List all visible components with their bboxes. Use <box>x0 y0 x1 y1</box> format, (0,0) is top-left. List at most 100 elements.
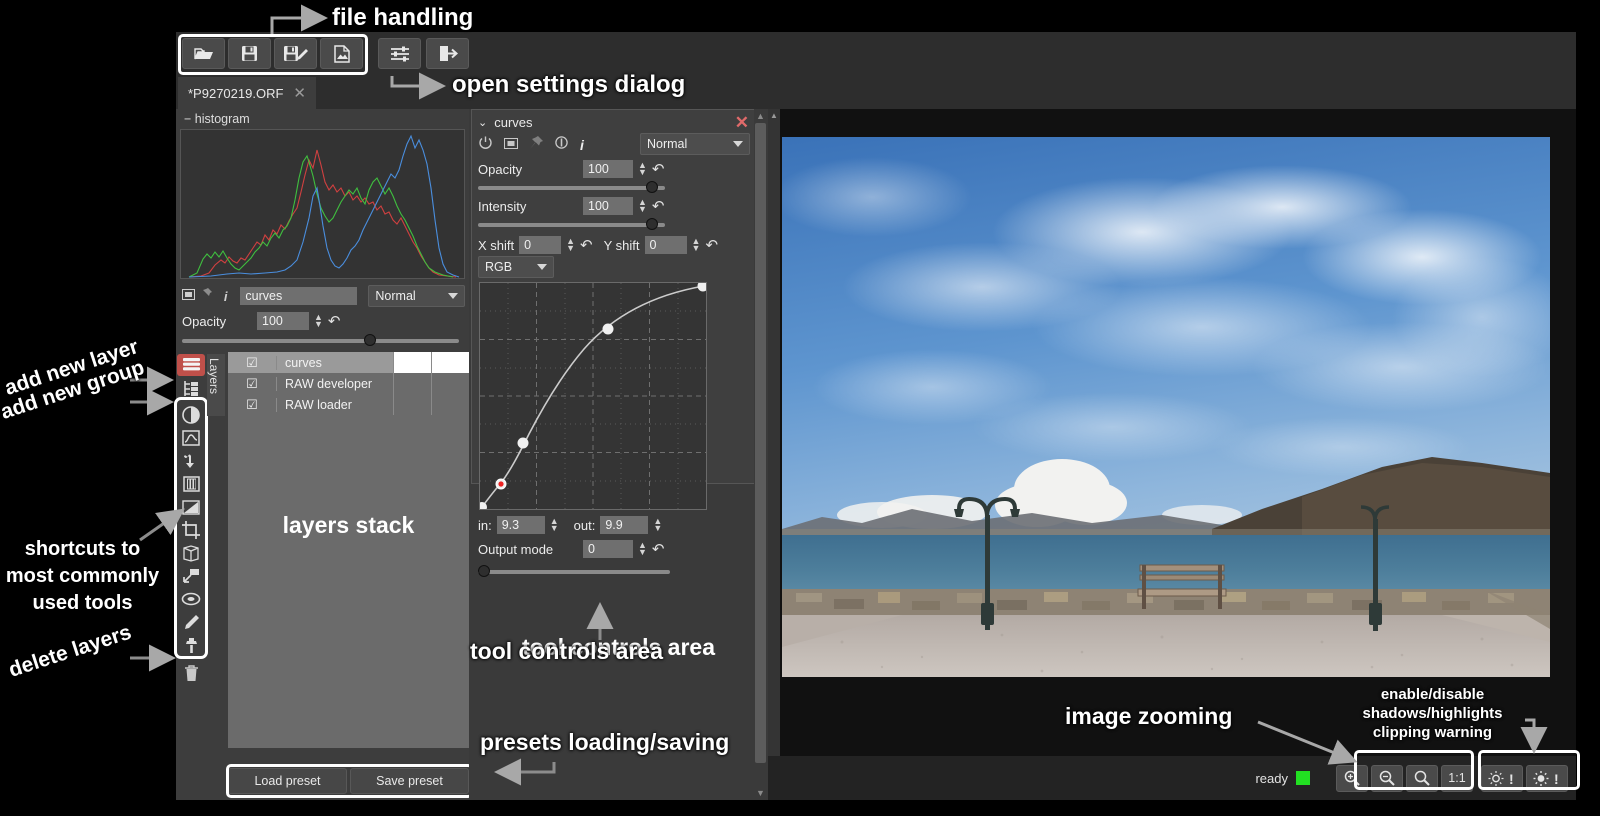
scale-tool[interactable] <box>177 565 205 587</box>
layer-name-input[interactable] <box>240 287 358 305</box>
tool-panel-scrollbar[interactable]: ▲ ▼ <box>754 109 767 800</box>
intensity-stepper[interactable]: ▲ ▼ <box>638 198 647 214</box>
crop-tool[interactable] <box>177 519 205 541</box>
y-shift-reset-button[interactable]: ↶ <box>705 236 718 254</box>
chevron-down-icon[interactable]: ⌄ <box>478 116 487 129</box>
y-shift-input[interactable] <box>644 236 687 254</box>
output-mode-reset-button[interactable]: ↶ <box>652 540 665 558</box>
layer-swatch-1[interactable] <box>393 352 431 373</box>
in-stepper[interactable]: ▲ ▼ <box>550 517 559 533</box>
in-input[interactable] <box>496 516 545 534</box>
intensity-slider[interactable] <box>478 218 665 230</box>
curves-opacity-stepper[interactable]: ▲ ▼ <box>638 161 647 177</box>
export-image-button[interactable] <box>320 38 363 69</box>
layer-swatch-1[interactable] <box>393 373 431 394</box>
exit-button[interactable] <box>426 38 469 69</box>
scroll-down-icon[interactable]: ▼ <box>756 788 765 798</box>
pencil-tool[interactable] <box>177 611 205 633</box>
image-vertical-scrollbar[interactable]: ▲ <box>768 109 780 800</box>
save-as-button[interactable] <box>274 38 317 69</box>
opacity-slider-knob[interactable] <box>364 334 376 346</box>
power-icon[interactable] <box>479 136 492 154</box>
load-preset-button[interactable]: Load preset <box>228 768 347 794</box>
out-input[interactable] <box>600 516 649 534</box>
out-stepper[interactable]: ▲ ▼ <box>653 517 662 533</box>
output-mode-slider-track <box>478 570 670 574</box>
pin-icon[interactable] <box>530 136 543 154</box>
ellipse-select-tool[interactable] <box>177 588 205 610</box>
info-icon[interactable]: i <box>219 289 232 304</box>
color-pick-tool[interactable] <box>177 450 205 472</box>
table-row[interactable]: ☑ RAW loader <box>228 394 469 415</box>
opacity-slider[interactable] <box>182 334 459 346</box>
settings-button[interactable] <box>378 38 421 69</box>
add-new-layer-button[interactable] <box>177 354 205 376</box>
clone-stamp-tool[interactable] <box>177 634 205 656</box>
brightness-contrast-tool[interactable] <box>177 404 205 426</box>
blend-mode-select[interactable]: Normal <box>368 285 465 307</box>
opacity-reset-button[interactable]: ↶ <box>328 312 341 330</box>
curves-panel-header[interactable]: ⌄ curves ✕ <box>472 110 755 134</box>
x-shift-input[interactable] <box>519 236 562 254</box>
layer-swatch-2[interactable] <box>431 352 469 373</box>
x-shift-stepper[interactable]: ▲ ▼ <box>566 237 575 253</box>
open-file-button[interactable] <box>182 38 225 69</box>
intensity-input[interactable] <box>583 197 633 215</box>
zoom-1-1-button[interactable]: 1:1 <box>1441 764 1473 792</box>
highlight-clipping-button[interactable]: ! <box>1526 764 1568 792</box>
opacity-stepper[interactable]: ▲ ▼ <box>314 313 323 329</box>
curve-graph-svg[interactable] <box>477 280 709 512</box>
info-icon[interactable]: i <box>580 137 584 153</box>
layers-stack-list[interactable]: ☑ curves ☑ RAW developer ☑ RAW loader la… <box>228 352 469 748</box>
intensity-reset-button[interactable]: ↶ <box>652 197 665 215</box>
scroll-up-icon[interactable]: ▲ <box>756 111 765 121</box>
layer-swatch-2[interactable] <box>431 394 469 415</box>
layer-swatch-1[interactable] <box>393 394 431 415</box>
output-mode-slider-knob[interactable] <box>478 565 490 577</box>
gradient-tool[interactable] <box>177 496 205 518</box>
shadow-clipping-button[interactable]: ! <box>1481 764 1523 792</box>
add-new-group-button[interactable] <box>177 377 205 399</box>
table-row[interactable]: ☑ RAW developer <box>228 373 469 394</box>
layer-visibility-checkbox[interactable]: ☑ <box>228 376 276 392</box>
image-canvas[interactable] <box>782 137 1550 677</box>
output-mode-stepper[interactable]: ▲ ▼ <box>638 541 647 557</box>
perspective-tool[interactable] <box>177 542 205 564</box>
save-file-button[interactable] <box>228 38 271 69</box>
delete-layers-button[interactable] <box>177 662 205 684</box>
intensity-slider-knob[interactable] <box>646 218 658 230</box>
scrollbar-thumb[interactable] <box>755 123 766 763</box>
layer-swatch-2[interactable] <box>431 373 469 394</box>
output-mode-slider[interactable] <box>478 565 670 577</box>
film-tool[interactable] <box>177 473 205 495</box>
y-shift-stepper[interactable]: ▲ ▼ <box>692 237 701 253</box>
zoom-in-button[interactable] <box>1336 764 1368 792</box>
layer-visibility-checkbox[interactable]: ☑ <box>228 355 276 371</box>
zoom-fit-button[interactable] <box>1406 764 1438 792</box>
curves-opacity-input[interactable] <box>583 160 633 178</box>
layers-vertical-tab[interactable]: Layers <box>207 354 225 416</box>
curves-opacity-reset-button[interactable]: ↶ <box>652 160 665 178</box>
mask-icon[interactable] <box>504 136 518 154</box>
half-circle-icon[interactable] <box>555 136 568 154</box>
table-row[interactable]: ☑ curves <box>228 352 469 373</box>
layer-visibility-checkbox[interactable]: ☑ <box>228 397 276 413</box>
curves-blend-mode-select[interactable]: Normal <box>640 133 750 155</box>
zoom-out-button[interactable] <box>1371 764 1403 792</box>
curves-opacity-slider-knob[interactable] <box>646 181 658 193</box>
scroll-up-icon[interactable]: ▲ <box>770 111 778 120</box>
x-shift-reset-button[interactable]: ↶ <box>580 236 593 254</box>
output-mode-input[interactable] <box>583 540 633 558</box>
tab-p9270219[interactable]: *P9270219.ORF ✕ <box>178 77 316 109</box>
curve-graph[interactable] <box>477 280 709 512</box>
mask-icon[interactable] <box>182 287 196 305</box>
curves-opacity-slider[interactable] <box>478 181 665 193</box>
close-icon[interactable]: ✕ <box>293 84 306 102</box>
opacity-input[interactable] <box>257 312 309 330</box>
curves-tool[interactable] <box>177 427 205 449</box>
close-icon[interactable]: ✕ <box>735 114 749 131</box>
pin-icon[interactable] <box>200 287 213 305</box>
save-preset-button[interactable]: Save preset <box>350 768 469 794</box>
histogram-title[interactable]: − histogram <box>176 109 469 128</box>
channel-select[interactable]: RGB <box>478 256 554 278</box>
